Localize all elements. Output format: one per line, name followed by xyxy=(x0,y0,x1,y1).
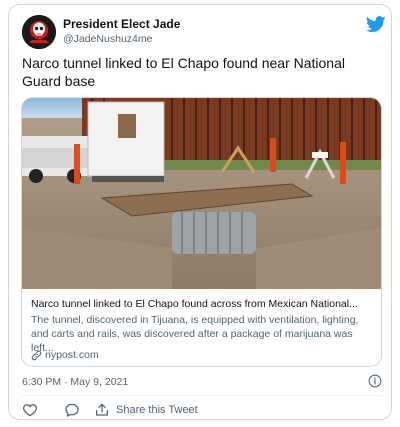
twitter-bird-icon[interactable] xyxy=(365,14,386,34)
tweet-actions: Share this Tweet xyxy=(22,400,198,420)
link-icon xyxy=(31,350,42,360)
like-button[interactable] xyxy=(22,402,64,418)
reply-button[interactable] xyxy=(64,402,94,418)
info-icon[interactable] xyxy=(368,374,382,388)
article-photo xyxy=(22,98,381,289)
tweet-text: Narco tunnel linked to El Chapo found ne… xyxy=(22,55,345,89)
tweet-card: President Elect Jade @JadeNushuz4me Narc… xyxy=(8,4,392,420)
tweet-timestamp[interactable]: 6:30 PM · May 9, 2021 xyxy=(22,376,128,388)
heart-icon xyxy=(23,404,37,417)
share-icon xyxy=(96,403,108,416)
link-card-domain-row[interactable]: nypost.com xyxy=(31,349,99,361)
link-preview-card[interactable]: Narco tunnel linked to El Chapo found ac… xyxy=(21,97,382,367)
link-card-title[interactable]: Narco tunnel linked to El Chapo found ac… xyxy=(31,298,371,310)
author-display-name[interactable]: President Elect Jade xyxy=(63,17,180,31)
link-card-domain: nypost.com xyxy=(45,349,99,361)
author-handle[interactable]: @JadeNushuz4me xyxy=(63,33,152,45)
share-button[interactable]: Share this Tweet xyxy=(94,402,198,418)
avatar[interactable] xyxy=(22,15,56,49)
reply-icon xyxy=(65,403,79,417)
share-label: Share this Tweet xyxy=(116,404,198,416)
divider xyxy=(21,395,382,396)
